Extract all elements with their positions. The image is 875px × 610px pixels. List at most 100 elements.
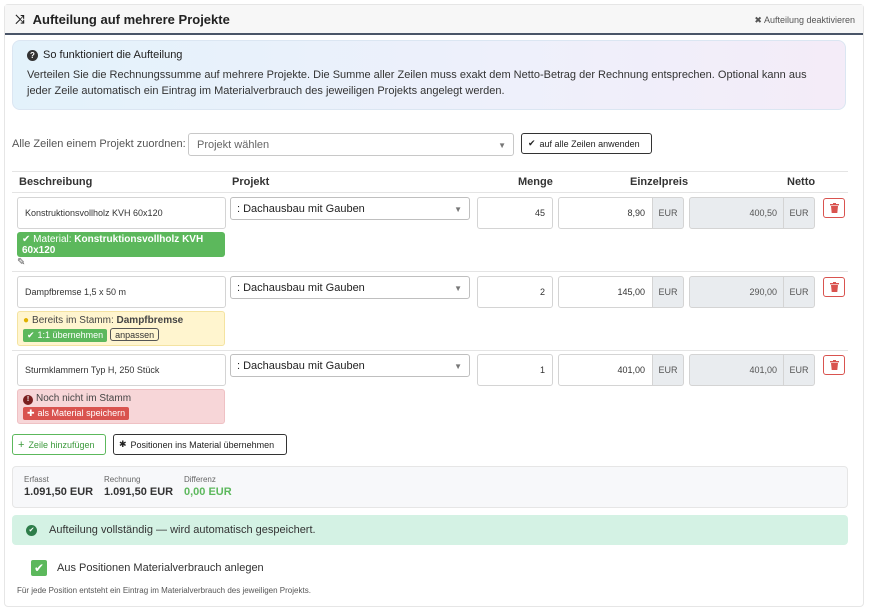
summary-erfasst-label: Erfasst: [24, 475, 49, 484]
row-3-netto-currency: EUR: [783, 354, 815, 386]
header-einzelpreis: Einzelpreis: [630, 176, 689, 188]
row-2-netto-currency: EUR: [783, 276, 815, 308]
summary-erfasst-value: 1.091,50 EUR: [24, 486, 94, 498]
row-divider: [12, 271, 848, 272]
exclamation-circle-icon: !: [23, 394, 33, 405]
summary-differenz-value: 0,00 EUR: [184, 486, 232, 498]
row-2-existing-name: Dampfbremse: [116, 315, 184, 326]
row-3-project-select[interactable]: : Dachausbau mit Gauben ▼: [230, 354, 470, 377]
apply-all-button[interactable]: ✔ auf alle Zeilen anwenden: [521, 133, 652, 154]
deactivate-split-link[interactable]: ✖ Aufteilung deaktivieren: [754, 15, 855, 26]
pencil-icon[interactable]: ✎: [17, 257, 25, 268]
header-beschreibung: Beschreibung: [19, 176, 93, 188]
row-divider: [12, 350, 848, 351]
row-2-description-input[interactable]: Dampfbremse 1,5 x 50 m: [17, 276, 226, 308]
trash-icon: [829, 360, 839, 370]
lightbulb-icon: ●: [23, 315, 30, 326]
add-row-label: Zeile hinzufügen: [28, 439, 95, 450]
row-3-not-in-master-box: ! Noch nicht im Stamm ✚ als Material speic…: [17, 389, 225, 424]
plus-icon: +: [18, 438, 25, 451]
row-1-unit-price-currency: EUR: [652, 197, 684, 229]
summary-rechnung-value: 1.091,50 EUR: [104, 486, 174, 498]
row-1-description-input[interactable]: Konstruktionsvollholz KVH 60x120: [17, 197, 226, 229]
row-3-delete-button[interactable]: [823, 355, 845, 375]
assign-all-label: Alle Zeilen einem Projekt zuordnen:: [12, 138, 186, 150]
card-header: ⤨ Aufteilung auf mehrere Projekte ✖ Auft…: [5, 5, 863, 35]
row-2-accept-label: 1:1 übernehmen: [37, 330, 104, 340]
row-1-netto-currency: EUR: [783, 197, 815, 229]
header-menge: Menge: [518, 176, 553, 188]
assign-all-project-select[interactable]: Projekt wählen ▼: [188, 133, 514, 156]
shuffle-icon: ⤨: [15, 11, 25, 26]
row-3-project-value: : Dachausbau mit Gauben: [237, 359, 365, 372]
summary-rechnung: Rechnung 1.091,50 EUR: [104, 475, 173, 498]
apply-all-label: auf alle Zeilen anwenden: [539, 138, 640, 149]
row-3-save-material-button[interactable]: ✚ als Material speichern: [23, 406, 130, 420]
positions-to-material-button[interactable]: ✱ Positionen ins Material übernehmen: [113, 434, 287, 455]
summary-differenz-label: Differenz: [184, 475, 216, 484]
check-circle-icon: ✔: [22, 234, 31, 245]
check-circle-icon: ✔: [26, 524, 37, 536]
info-box: ? So funktioniert die Aufteilung Verteil…: [12, 40, 846, 110]
summary-differenz: Differenz 0,00 EUR: [184, 475, 232, 498]
card-title: Aufteilung auf mehrere Projekte: [32, 11, 230, 27]
row-2-existing-material-box: ● Bereits im Stamm: Dampfbremse ✔ 1:1 über…: [17, 311, 225, 346]
positions-to-material-label: Positionen ins Material übernehmen: [130, 439, 275, 450]
plus-icon: ✚: [27, 407, 35, 418]
check-icon: ✔: [528, 138, 536, 148]
chevron-down-icon: ▼: [454, 362, 462, 371]
chevron-down-icon: ▼: [454, 205, 462, 214]
row-3-netto-value: 401,00: [689, 354, 784, 386]
row-2-unit-price-input[interactable]: 145,00: [558, 276, 653, 308]
trash-icon: [829, 282, 839, 292]
trash-icon: [829, 203, 839, 213]
row-3-unit-price-currency: EUR: [652, 354, 684, 386]
row-2-adjust-button[interactable]: anpassen: [110, 328, 160, 341]
row-1-project-value: : Dachausbau mit Gauben: [237, 202, 365, 215]
row-3-not-in-master-text: Noch nicht im Stamm: [36, 393, 132, 404]
assign-all-select-placeholder: Projekt wählen: [197, 138, 270, 151]
table-header: Beschreibung Projekt Menge Einzelpreis N…: [12, 171, 848, 193]
row-3-not-in-master-actions: ✚ als Material speichern: [23, 405, 219, 420]
material-consumption-checkbox[interactable]: ✔: [31, 560, 47, 576]
add-row-button[interactable]: + Zeile hinzufügen: [12, 434, 106, 455]
row-2-delete-button[interactable]: [823, 277, 845, 297]
chevron-down-icon: ▼: [498, 141, 506, 150]
magic-wand-icon: ✱: [119, 439, 127, 449]
split-complete-text: Aufteilung vollständig — wird automatisc…: [49, 524, 316, 536]
row-1-unit-price-input[interactable]: 8,90: [558, 197, 653, 229]
info-title-row: ? So funktioniert die Aufteilung: [27, 49, 831, 61]
row-2-project-select[interactable]: : Dachausbau mit Gauben ▼: [230, 276, 470, 299]
info-title: So funktioniert die Aufteilung: [43, 49, 183, 61]
info-text: Verteilen Sie die Rechnungssumme auf meh…: [27, 69, 807, 97]
row-1-netto-value: 400,50: [689, 197, 784, 229]
material-consumption-hint: Für jede Position entsteht ein Eintrag i…: [17, 586, 311, 595]
material-consumption-label[interactable]: Aus Positionen Materialverbrauch anlegen: [57, 562, 264, 574]
header-netto: Netto: [787, 176, 816, 188]
row-2-quantity-input[interactable]: 2: [477, 276, 553, 308]
row-2-project-value: : Dachausbau mit Gauben: [237, 281, 365, 294]
question-circle-icon: ?: [27, 49, 38, 61]
row-2-netto-value: 290,00: [689, 276, 784, 308]
row-3-quantity-input[interactable]: 1: [477, 354, 553, 386]
row-3-save-material-label: als Material speichern: [37, 408, 126, 418]
row-3-description-input[interactable]: Sturmklammern Typ H, 250 Stück: [17, 354, 226, 386]
row-2-existing-prefix: Bereits im Stamm:: [32, 315, 117, 326]
row-1-quantity-input[interactable]: 45: [477, 197, 553, 229]
row-2-unit-price-currency: EUR: [652, 276, 684, 308]
row-1-material-prefix: Material:: [33, 234, 75, 245]
row-1-project-select[interactable]: : Dachausbau mit Gauben ▼: [230, 197, 470, 220]
row-1-material-badge: ✔ Material: Konstruktionsvollholz KVH 60…: [17, 232, 225, 257]
row-3-unit-price-input[interactable]: 401,00: [558, 354, 653, 386]
summary-box: Erfasst 1.091,50 EUR Rechnung 1.091,50 E…: [12, 466, 848, 508]
row-1-delete-button[interactable]: [823, 198, 845, 218]
chevron-down-icon: ▼: [454, 284, 462, 293]
header-projekt: Projekt: [232, 176, 270, 188]
deactivate-split-label: Aufteilung deaktivieren: [763, 15, 855, 25]
row-2-accept-button[interactable]: ✔ 1:1 übernehmen: [23, 328, 108, 342]
split-complete-alert: ✔ Aufteilung vollständig — wird automati…: [12, 515, 848, 545]
row-3-not-in-master-line: ! Noch nicht im Stamm: [23, 393, 219, 405]
row-2-existing-line: ● Bereits im Stamm: Dampfbremse: [23, 315, 219, 326]
check-icon: ✔: [27, 329, 35, 340]
summary-erfasst: Erfasst 1.091,50 EUR: [24, 475, 93, 498]
